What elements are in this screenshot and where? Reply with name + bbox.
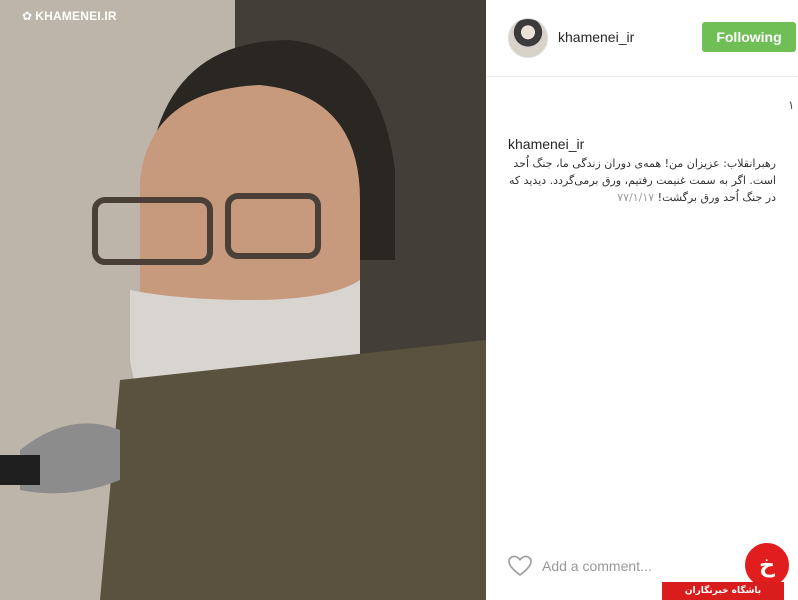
likes-count[interactable]: ۱ <box>788 98 794 112</box>
header-username[interactable]: khamenei_ir <box>558 29 634 45</box>
heart-icon[interactable] <box>508 555 532 577</box>
post-header: khamenei_ir Following <box>486 0 798 77</box>
news-agency-badge: خ باشگاه خبرنگاران <box>662 540 798 600</box>
caption: khamenei_ir رهبرانقلاب: عزیزان من! همه‌ی… <box>508 136 776 206</box>
caption-text: رهبرانقلاب: عزیزان من! همه‌ی دوران زندگی… <box>508 155 776 206</box>
following-button[interactable]: Following <box>702 22 796 52</box>
post-image: ✿ KHAMENEI.IR <box>0 0 486 600</box>
caption-date: ۷۷/۱/۱۷ <box>617 191 655 204</box>
post-side-panel: khamenei_ir Following ۱ khamenei_ir رهبر… <box>486 0 798 600</box>
caption-username[interactable]: khamenei_ir <box>508 136 776 152</box>
watermark: ✿ KHAMENEI.IR <box>22 9 117 23</box>
flower-logo-icon: ✿ <box>22 9 33 23</box>
avatar[interactable] <box>508 18 548 58</box>
portrait-illustration <box>0 0 486 600</box>
badge-label: باشگاه خبرنگاران <box>662 582 784 600</box>
watermark-text: KHAMENEI.IR <box>35 9 117 23</box>
